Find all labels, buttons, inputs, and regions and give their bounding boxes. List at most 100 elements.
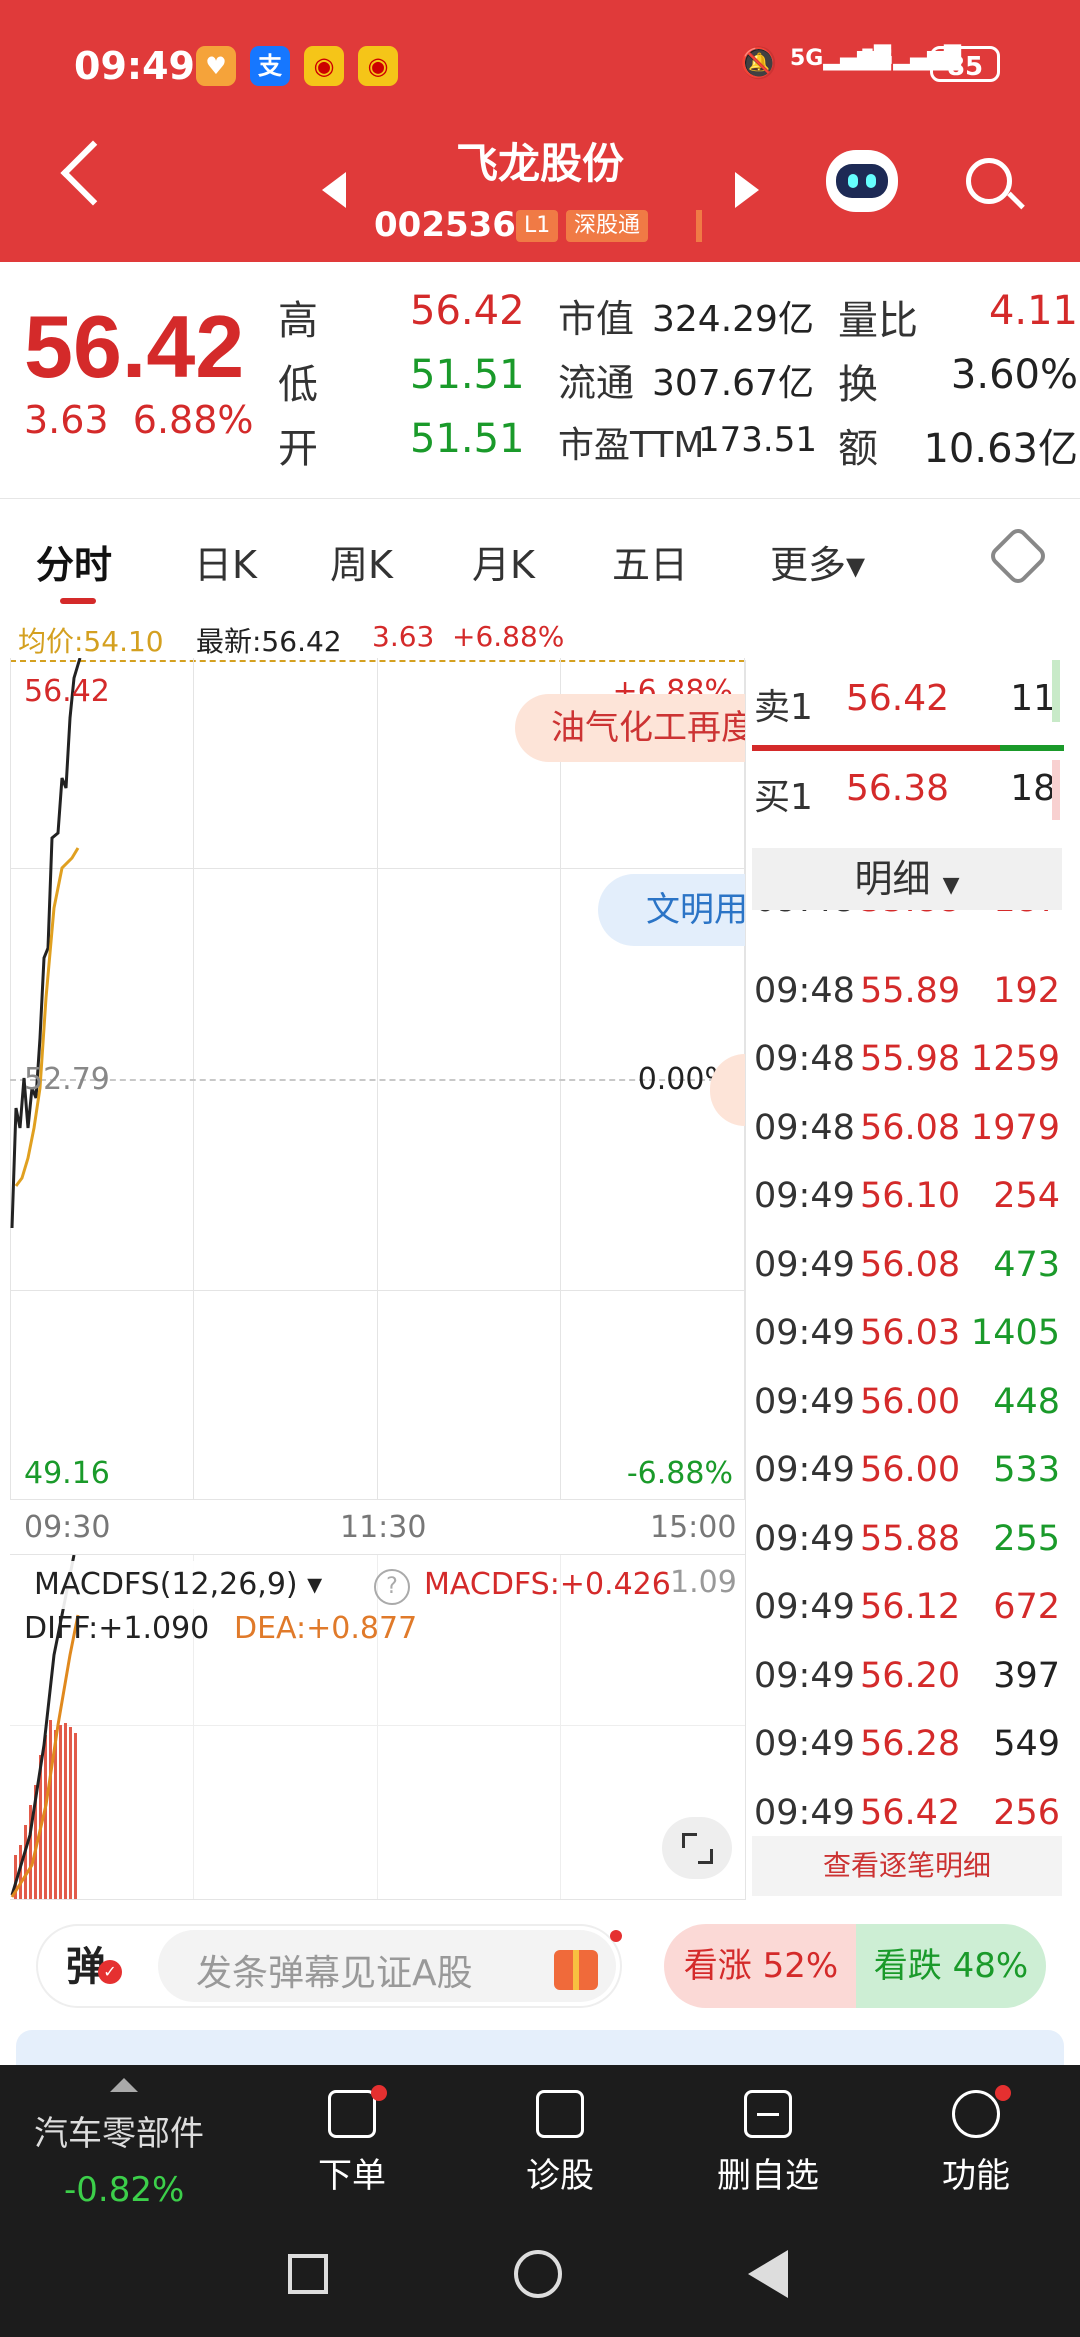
tab-monthly-k[interactable]: 月K: [472, 534, 535, 589]
turnover-value: 3.60%: [950, 352, 1078, 398]
settings-gear-icon[interactable]: [986, 524, 1050, 588]
pe-value: 173.51: [698, 420, 817, 460]
tick-price: 56.08: [860, 1107, 961, 1148]
tick-time: 09:49: [754, 1450, 855, 1490]
recent-apps-icon[interactable]: [288, 2254, 328, 2294]
intraday-chart[interactable]: 56.42 +6.88% 52.79 0.00% 49.16 -6.88% 油气…: [10, 658, 745, 1500]
tick-row: 09:49 55.88 255: [752, 1519, 1064, 1587]
tab-intraday[interactable]: 分时: [36, 534, 112, 589]
tab-daily-k[interactable]: 日K: [194, 534, 257, 589]
tick-time: 09:49: [754, 1381, 855, 1422]
tick-price: 55.98: [860, 1039, 961, 1079]
robot-assistant-icon[interactable]: [826, 150, 898, 212]
tick-volume: 672: [993, 1587, 1060, 1627]
tick-volume: 255: [993, 1518, 1060, 1559]
weibo-icon: ◉: [358, 46, 398, 86]
tab-five-day[interactable]: 五日: [612, 534, 688, 589]
info-pct: +6.88%: [452, 620, 565, 653]
tick-time: 09:48: [754, 1039, 855, 1079]
avg-price: 均价:54.10: [18, 625, 164, 658]
tab-more[interactable]: 更多▾: [770, 534, 865, 589]
tick-time: 09:49: [754, 1313, 855, 1353]
open-value: 51.51: [410, 416, 525, 462]
high-value: 56.42: [410, 288, 525, 334]
next-stock-icon[interactable]: [735, 172, 759, 208]
volratio-label: 量比: [838, 298, 918, 344]
fullscreen-icon[interactable]: [662, 1817, 732, 1879]
help-icon[interactable]: ?: [374, 1569, 410, 1605]
check-icon: ✓: [98, 1960, 122, 1984]
search-icon[interactable]: [966, 158, 1012, 204]
latest-price: 最新:56.42: [196, 625, 342, 658]
tick-row: 09:49 56.10 254: [752, 1176, 1064, 1244]
tick-time: 09:49: [754, 1587, 855, 1627]
tick-time: 09:49: [754, 1518, 855, 1559]
prev-stock-icon[interactable]: [322, 172, 346, 208]
amount-value: 10.63亿: [923, 426, 1078, 472]
notice-banner[interactable]: 文明用: [598, 874, 745, 946]
chart-low-price: 49.16: [24, 1456, 110, 1491]
nav-diagnose[interactable]: 诊股: [500, 2090, 620, 2197]
high-label: 高: [278, 298, 318, 344]
mktcap-value: 324.29亿: [652, 299, 814, 340]
amount-label: 额: [838, 426, 878, 472]
sell-buy-ratio-bar: [752, 745, 1000, 751]
buy-volume-bar: [1052, 760, 1060, 820]
status-bar: 09:49 ♥ 支 ◉ ◉ 🔕 5G▂▄▆█ 5G▂▄▆█ 85: [0, 28, 1080, 108]
view-all-ticks-button[interactable]: 查看逐笔明细: [752, 1836, 1062, 1896]
weibo-icon: ◉: [304, 46, 344, 86]
alipay-icon: 支: [250, 46, 290, 86]
tick-volume: 1405: [970, 1313, 1060, 1353]
chart-high-price: 56.42: [24, 674, 110, 709]
tick-volume: 1979: [970, 1107, 1060, 1148]
home-icon[interactable]: [514, 2250, 562, 2298]
macd-value: MACDFS:+0.426: [424, 1567, 671, 1602]
sector-name[interactable]: 汽车零部件: [34, 2106, 204, 2155]
vote-up-button[interactable]: 看涨 52%: [664, 1924, 858, 2008]
divider: [745, 660, 746, 1900]
divider: [0, 498, 1080, 499]
remove-watchlist-icon: [744, 2090, 792, 2138]
gift-icon[interactable]: [554, 1950, 598, 1990]
tick-price: 56.12: [860, 1587, 961, 1627]
tick-price: 56.28: [860, 1724, 961, 1764]
sell-buy-ratio-bar-green: [1000, 745, 1064, 751]
sector-pct: -0.82%: [64, 2170, 185, 2210]
news-banner[interactable]: 油气化工再度: [515, 694, 745, 762]
tick-price: 56.03: [860, 1313, 961, 1353]
tick-time: 09:48: [754, 1107, 855, 1148]
tick-volume: 256: [993, 1792, 1060, 1833]
tick-volume: 1259: [970, 1039, 1060, 1079]
macd-panel[interactable]: MACDFS(12,26,9) ▾ ? MACDFS:+0.426 1.09 D…: [10, 1554, 745, 1900]
tick-volume: 533: [993, 1450, 1060, 1490]
tick-price: 56.08: [860, 1244, 961, 1285]
chart-low-pct: -6.88%: [626, 1456, 733, 1491]
back-nav-icon[interactable]: [748, 2250, 788, 2298]
tick-volume: 448: [993, 1381, 1060, 1422]
tick-price: 56.00: [860, 1450, 961, 1490]
nav-remove-watchlist[interactable]: 删自选: [708, 2090, 828, 2197]
tab-weekly-k[interactable]: 周K: [330, 534, 393, 589]
vote-down-button[interactable]: 看跌 48%: [856, 1924, 1046, 2008]
time-start: 09:30: [24, 1510, 111, 1545]
tab-underline: [60, 598, 96, 604]
tick-price: 55.89: [860, 970, 961, 1011]
stock-title: 飞龙股份: [455, 139, 624, 188]
chart-base-price: 52.79: [24, 1062, 110, 1097]
tick-time: 09:49: [754, 1176, 855, 1216]
detail-toggle-button[interactable]: 明细 ▼: [752, 848, 1062, 910]
tick-price: 56.10: [860, 1176, 961, 1216]
macd-dea: DEA:+0.877: [234, 1611, 418, 1646]
nav-function[interactable]: 功能: [916, 2085, 1036, 2197]
divider: [696, 210, 702, 242]
tick-row: 09:48 56.08 1979: [752, 1108, 1064, 1176]
tick-price: 56.20: [860, 1655, 961, 1696]
expand-up-icon[interactable]: [110, 2078, 138, 2092]
nav-order[interactable]: 下单: [292, 2085, 412, 2197]
mute-bell-icon: 🔕: [740, 46, 778, 81]
macd-indicator-select[interactable]: MACDFS(12,26,9) ▾: [34, 1567, 322, 1602]
tick-price: 56.42: [860, 1792, 961, 1833]
time-mid: 11:30: [340, 1510, 427, 1545]
low-label: 低: [278, 362, 318, 408]
heart-icon: ♥: [196, 46, 236, 86]
